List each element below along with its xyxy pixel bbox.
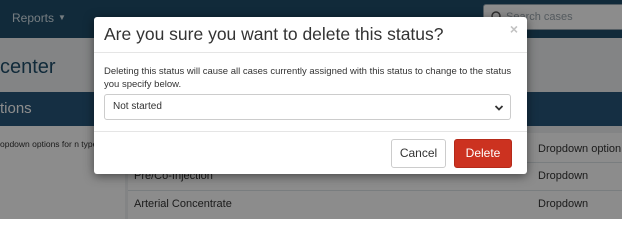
modal-title: Are you sure you want to delete this sta…	[104, 24, 444, 44]
delete-button[interactable]: Delete	[454, 139, 512, 168]
selected-status: Not started	[113, 101, 162, 112]
modal-message: Deleting this status will cause all case…	[104, 66, 512, 91]
modal-body: Deleting this status will cause all case…	[94, 53, 527, 131]
modal-header: Are you sure you want to delete this sta…	[94, 17, 527, 53]
close-icon[interactable]: ×	[510, 21, 518, 37]
status-select[interactable]: Not started	[104, 94, 511, 120]
cancel-button[interactable]: Cancel	[391, 139, 446, 168]
modal-footer: Cancel Delete	[94, 131, 527, 174]
delete-status-modal: Are you sure you want to delete this sta…	[94, 17, 527, 174]
chevron-down-icon	[494, 105, 504, 111]
